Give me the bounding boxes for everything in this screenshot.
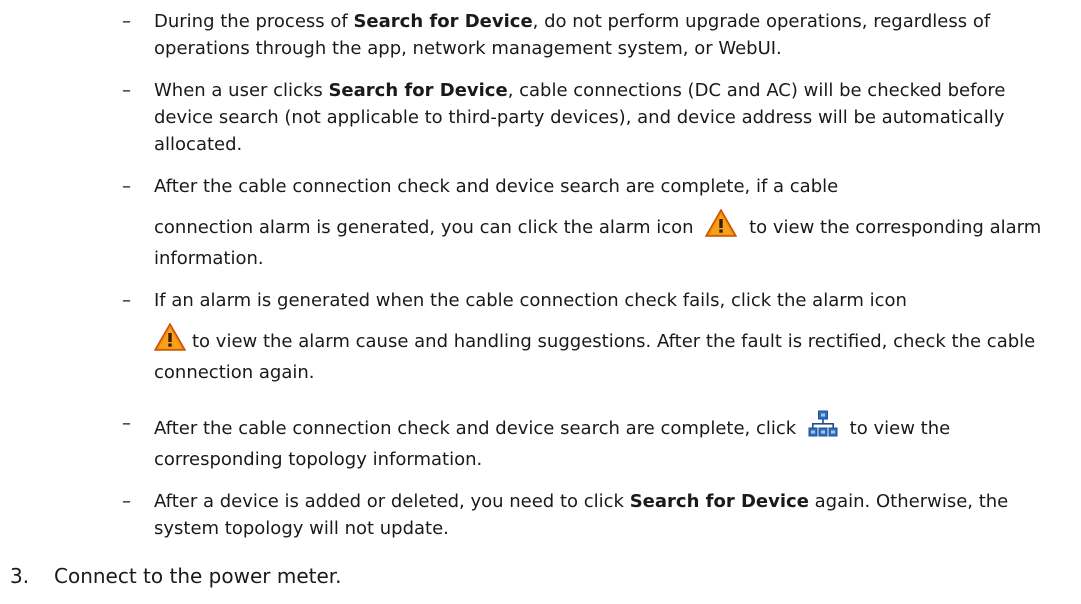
bullet-dash: – bbox=[122, 80, 131, 101]
bullet-text: After the cable connection check and dev… bbox=[154, 176, 839, 197]
bullet-item-search-upgrade: – During the process of Search for Devic… bbox=[120, 8, 1070, 62]
warning-triangle-icon[interactable] bbox=[153, 322, 187, 359]
document-page: – During the process of Search for Devic… bbox=[0, 0, 1081, 604]
bullet-item-alarm-view: – After the cable connection check and d… bbox=[120, 173, 1070, 272]
topology-icon[interactable] bbox=[808, 410, 838, 446]
step-number: 3. bbox=[10, 564, 30, 588]
bullet-text: to view the alarm cause and handling sug… bbox=[154, 331, 1036, 383]
bullet-dash: – bbox=[122, 491, 131, 512]
bullet-dash: – bbox=[122, 413, 131, 434]
bullet-text: After a device is added or deleted, you … bbox=[154, 491, 630, 512]
bullet-text: During the process of bbox=[154, 11, 354, 32]
bullet-text: If an alarm is generated when the cable … bbox=[154, 290, 907, 311]
note-bullet-list: – During the process of Search for Devic… bbox=[120, 8, 1070, 557]
bullet-bold-term: Search for Device bbox=[629, 491, 809, 512]
bullet-item-topology: – After the cable connection check and d… bbox=[120, 410, 1070, 473]
bullet-text: connection alarm is generated, you can c… bbox=[154, 217, 694, 238]
procedure-step: 3. Connect to the power meter. bbox=[10, 562, 342, 590]
bullet-item-readd-device: – After a device is added or deleted, yo… bbox=[120, 488, 1070, 542]
bullet-dash: – bbox=[122, 176, 131, 197]
bullet-item-search-check: – When a user clicks Search for Device, … bbox=[120, 77, 1070, 158]
warning-triangle-icon[interactable] bbox=[705, 208, 738, 245]
bullet-bold-term: Search for Device bbox=[328, 80, 508, 101]
bullet-text: After the cable connection check and dev… bbox=[154, 418, 797, 439]
bullet-dash: – bbox=[122, 290, 131, 311]
bullet-text: When a user clicks bbox=[154, 80, 329, 101]
bullet-item-alarm-cause: – If an alarm is generated when the cabl… bbox=[120, 287, 1070, 386]
step-text: Connect to the power meter. bbox=[54, 564, 342, 588]
bullet-bold-term: Search for Device bbox=[353, 11, 533, 32]
bullet-dash: – bbox=[122, 11, 131, 32]
